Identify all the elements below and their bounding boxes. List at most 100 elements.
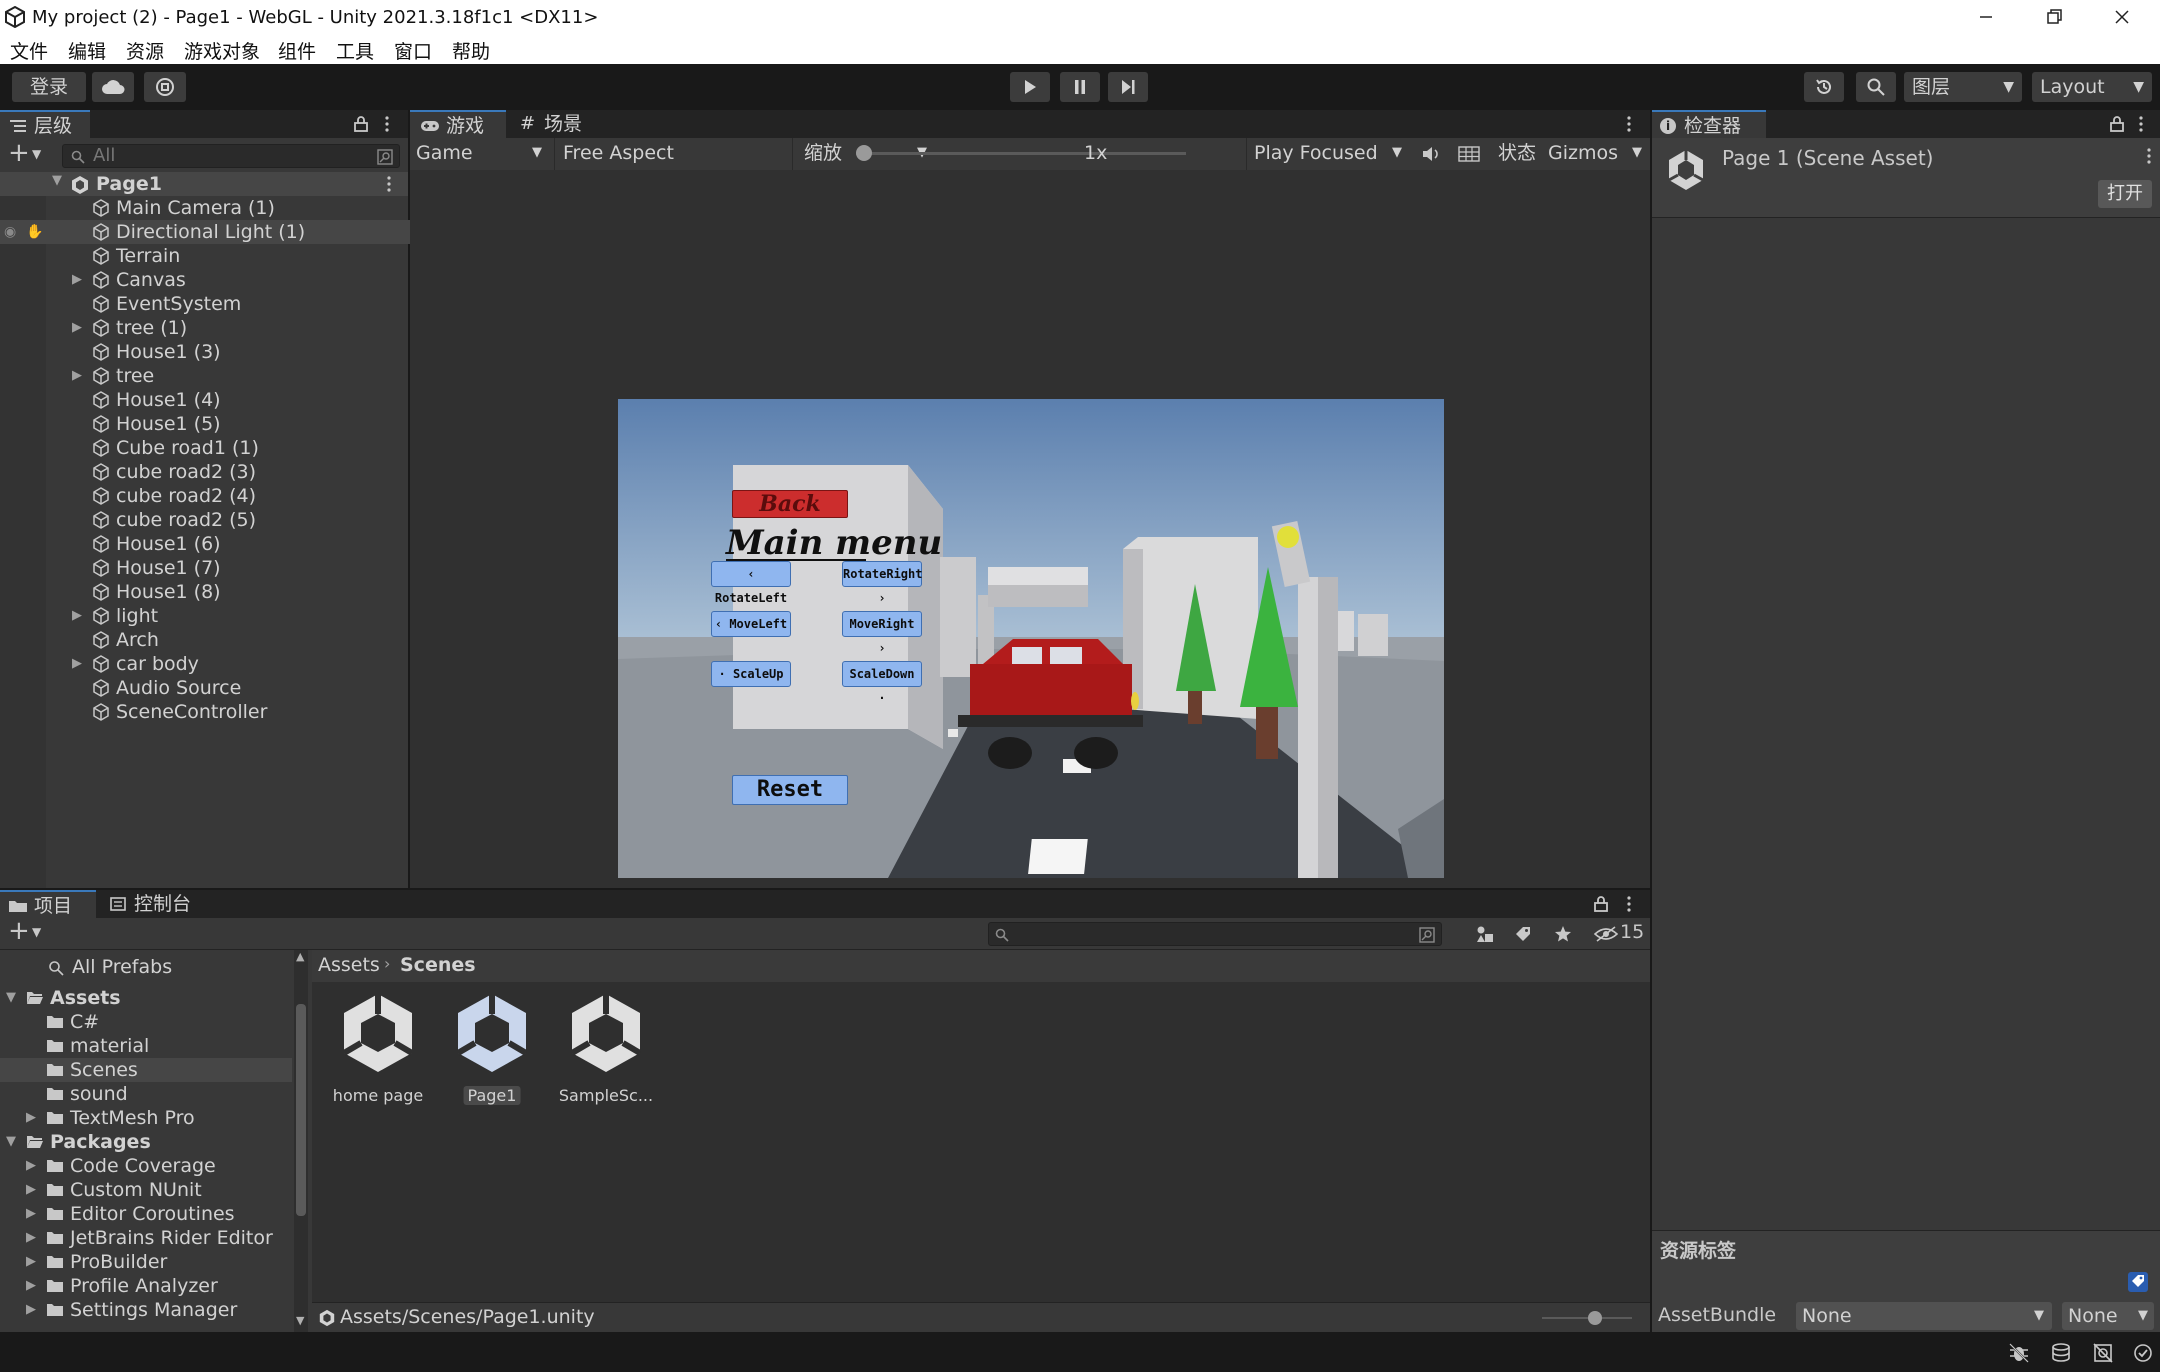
scroll-down-icon[interactable]: ▼ bbox=[296, 1314, 304, 1327]
breadcrumb-assets[interactable]: Assets bbox=[318, 954, 380, 976]
history-button[interactable] bbox=[1804, 72, 1844, 102]
project-tree-item[interactable]: sound bbox=[0, 1082, 292, 1106]
hierarchy-item[interactable]: House1 (6) bbox=[0, 532, 410, 556]
menu-gameobject[interactable]: 游戏对象 bbox=[184, 37, 260, 64]
hierarchy-item[interactable]: ▶ light bbox=[0, 604, 410, 628]
assetbundle-variant-dropdown[interactable]: None ▼ bbox=[2062, 1302, 2154, 1330]
expand-arrow-icon[interactable]: ▶ bbox=[26, 1202, 36, 1226]
tab-game[interactable]: 游戏 bbox=[410, 110, 506, 138]
collab-button[interactable] bbox=[144, 72, 186, 102]
expand-arrow-icon[interactable]: ▶ bbox=[72, 316, 82, 340]
project-tree-item[interactable]: Scenes bbox=[0, 1058, 292, 1082]
rotate-right-button[interactable]: RotateRight › bbox=[842, 561, 922, 605]
project-tree-item[interactable]: ▶ Code Coverage bbox=[0, 1154, 292, 1178]
search-by-type-icon[interactable] bbox=[1419, 927, 1435, 943]
menu-file[interactable]: 文件 bbox=[10, 37, 48, 64]
lock-icon[interactable] bbox=[2110, 116, 2124, 132]
expand-arrow-icon[interactable]: ▼ bbox=[6, 986, 16, 1010]
hierarchy-search-input[interactable]: All bbox=[62, 144, 400, 168]
expand-arrow-icon[interactable]: ▶ bbox=[72, 364, 82, 388]
add-icon[interactable]: + bbox=[8, 916, 30, 946]
move-right-button[interactable]: MoveRight › bbox=[842, 611, 922, 655]
caret-down-icon[interactable]: ▼ bbox=[32, 925, 41, 939]
assetbundle-dropdown[interactable]: None ▼ bbox=[1796, 1302, 2052, 1330]
expand-arrow-icon[interactable]: ▶ bbox=[26, 1250, 36, 1274]
tree-scrollbar[interactable]: ▲ ▼ bbox=[294, 950, 308, 1332]
display-dropdown[interactable]: Game ▼ bbox=[416, 138, 550, 170]
reset-button[interactable]: Reset bbox=[732, 775, 848, 805]
hierarchy-item[interactable]: Audio Source bbox=[0, 676, 410, 700]
tab-scene[interactable]: # 场景 bbox=[510, 110, 600, 138]
tab-hierarchy[interactable]: 层级 bbox=[0, 110, 90, 138]
menu-assets[interactable]: 资源 bbox=[126, 37, 164, 64]
more-icon[interactable] bbox=[2138, 116, 2144, 132]
project-tree-item[interactable]: ▶ Settings Manager bbox=[0, 1298, 292, 1322]
restore-icon[interactable] bbox=[2040, 3, 2068, 31]
back-button[interactable]: Back bbox=[732, 490, 848, 518]
move-left-button[interactable]: ‹ MoveLeft bbox=[711, 611, 791, 637]
menu-help[interactable]: 帮助 bbox=[452, 37, 490, 64]
step-button[interactable] bbox=[1108, 72, 1148, 102]
expand-arrow-icon[interactable]: ▶ bbox=[72, 652, 82, 676]
menu-edit[interactable]: 编辑 bbox=[68, 37, 106, 64]
debug-bug-icon[interactable] bbox=[2008, 1342, 2030, 1364]
play-button[interactable] bbox=[1010, 72, 1050, 102]
audio-icon[interactable] bbox=[1422, 146, 1442, 162]
hierarchy-item[interactable]: ▶ tree (1) bbox=[0, 316, 410, 340]
scale-slider-track[interactable] bbox=[856, 152, 1186, 155]
layers-dropdown[interactable]: 图层 ▼ bbox=[1904, 72, 2022, 102]
search-by-type-icon[interactable] bbox=[377, 149, 393, 165]
hierarchy-item[interactable]: ▶ tree bbox=[0, 364, 410, 388]
hierarchy-item[interactable]: House1 (4) bbox=[0, 388, 410, 412]
hierarchy-item[interactable]: House1 (3) bbox=[0, 340, 410, 364]
project-tree-item[interactable]: ▶ TextMesh Pro bbox=[0, 1106, 292, 1130]
hierarchy-item[interactable]: ▶ Canvas bbox=[0, 268, 410, 292]
more-icon[interactable] bbox=[1626, 896, 1632, 912]
favorite-star-icon[interactable] bbox=[1554, 925, 1572, 943]
menu-component[interactable]: 组件 bbox=[278, 37, 316, 64]
icon-size-slider-track[interactable] bbox=[1542, 1317, 1632, 1319]
hierarchy-item[interactable]: cube road2 (5) bbox=[0, 508, 410, 532]
scale-down-button[interactable]: ScaleDown · bbox=[842, 661, 922, 705]
expand-arrow-icon[interactable]: ▼ bbox=[52, 173, 62, 188]
hierarchy-item[interactable]: House1 (5) bbox=[0, 412, 410, 436]
hierarchy-item[interactable]: House1 (8) bbox=[0, 580, 410, 604]
hierarchy-item[interactable]: Main Camera (1) bbox=[0, 196, 410, 220]
rotate-left-button[interactable]: ‹ RotateLeft bbox=[711, 561, 791, 605]
icon-size-slider-thumb[interactable] bbox=[1588, 1311, 1602, 1325]
favorite-all-prefabs[interactable]: All Prefabs bbox=[72, 956, 172, 978]
project-tree-item[interactable]: ▼ Packages bbox=[0, 1130, 292, 1154]
hierarchy-item[interactable]: cube road2 (4) bbox=[0, 484, 410, 508]
hierarchy-item[interactable]: cube road2 (3) bbox=[0, 460, 410, 484]
tree-scrollbar-thumb[interactable] bbox=[296, 1004, 306, 1216]
caret-down-icon[interactable]: ▼ bbox=[32, 147, 41, 161]
scene-root-row[interactable]: ▼ Page1 bbox=[0, 172, 408, 196]
scale-slider-thumb[interactable] bbox=[856, 145, 872, 161]
scale-up-button[interactable]: · ScaleUp bbox=[711, 661, 791, 687]
auto-generate-lighting-icon[interactable] bbox=[2092, 1342, 2114, 1364]
hierarchy-item[interactable]: SceneController bbox=[0, 700, 410, 724]
asset-tile[interactable]: home page bbox=[326, 990, 430, 1108]
cloud-button[interactable] bbox=[92, 72, 134, 102]
expand-arrow-icon[interactable]: ▼ bbox=[6, 1130, 16, 1154]
more-icon[interactable] bbox=[2146, 148, 2152, 164]
more-icon[interactable] bbox=[386, 176, 392, 192]
project-tree-item[interactable]: ▶ ProBuilder bbox=[0, 1250, 292, 1274]
tab-console[interactable]: 控制台 bbox=[100, 890, 210, 918]
hierarchy-item[interactable]: House1 (7) bbox=[0, 556, 410, 580]
stats-grid-icon[interactable] bbox=[1458, 146, 1480, 162]
expand-arrow-icon[interactable]: ▶ bbox=[26, 1274, 36, 1298]
scroll-up-icon[interactable]: ▲ bbox=[296, 950, 304, 963]
stats-toggle[interactable]: 状态 bbox=[1498, 138, 1536, 168]
label-filter-icon[interactable] bbox=[1514, 925, 1532, 943]
breadcrumb-scenes[interactable]: Scenes bbox=[400, 954, 476, 976]
project-tree-item[interactable]: ▶ Editor Coroutines bbox=[0, 1202, 292, 1226]
layout-dropdown[interactable]: Layout ▼ bbox=[2032, 72, 2152, 102]
menu-window[interactable]: 窗口 bbox=[394, 37, 432, 64]
more-icon[interactable] bbox=[384, 116, 390, 132]
tab-project[interactable]: 项目 bbox=[0, 890, 96, 918]
pause-button[interactable] bbox=[1060, 72, 1100, 102]
asset-tile[interactable]: SampleSc... bbox=[554, 990, 658, 1108]
hierarchy-item[interactable]: Directional Light (1) ◉ ✋ bbox=[0, 220, 410, 244]
add-icon[interactable]: + bbox=[8, 138, 30, 168]
